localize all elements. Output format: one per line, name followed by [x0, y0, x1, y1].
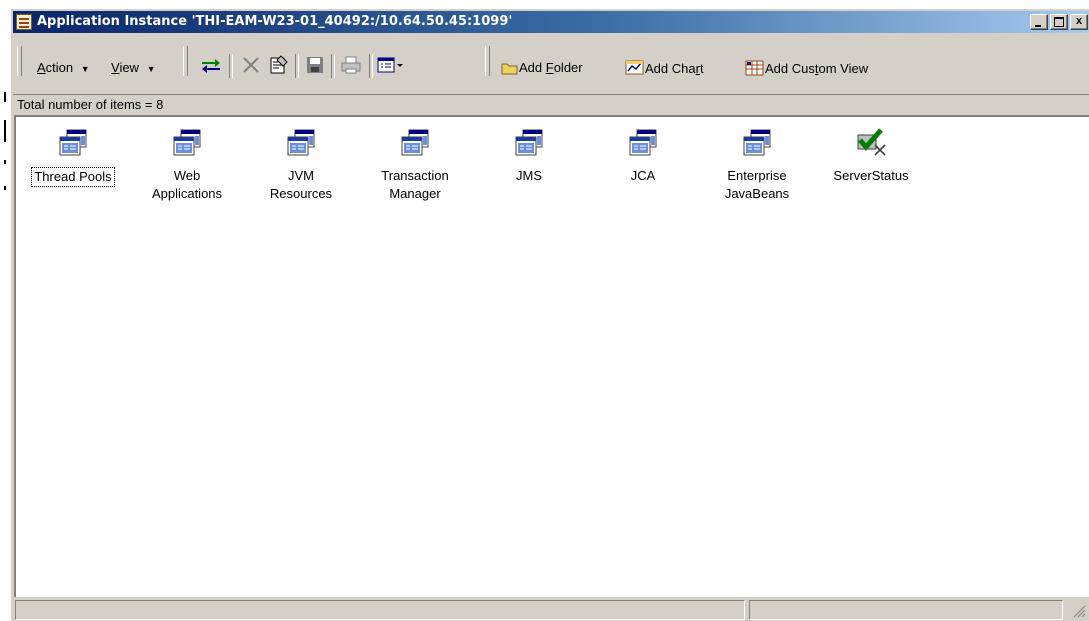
status-panel-secondary [749, 600, 1063, 620]
status-panel-main [15, 600, 745, 620]
window-icon [287, 129, 315, 156]
list-item[interactable]: ServerStatus [816, 127, 926, 185]
window-icon [743, 129, 771, 156]
list-item-label: Thread Pools [31, 167, 115, 187]
window-icon [401, 129, 429, 156]
list-item-label: JVM Resources [269, 168, 333, 201]
print-icon[interactable] [339, 54, 363, 76]
close-button[interactable]: x [1070, 14, 1088, 30]
toolbar: Action ▼ View ▼ Add Folder Add Chart Add… [13, 36, 1089, 86]
list-item-label: Transaction Manager [381, 168, 449, 201]
list-item[interactable]: JCA [588, 127, 698, 185]
window-icon [173, 129, 201, 156]
list-item[interactable]: JVM Resources [246, 127, 356, 203]
window-icon [515, 129, 543, 156]
chevron-down-icon: ▼ [146, 64, 156, 74]
action-menu[interactable]: Action ▼ [37, 60, 90, 75]
view-list-icon[interactable] [375, 54, 407, 76]
window-icon [59, 129, 87, 156]
toolbar-grip[interactable] [183, 46, 188, 76]
list-item[interactable]: Transaction Manager [360, 127, 470, 203]
item-count-label: Total number of items = 8 [13, 94, 1089, 115]
items-view[interactable]: Thread Pools Web Applications JVM Resource… [14, 115, 1089, 597]
add-chart-button[interactable]: Add Chart [625, 60, 704, 76]
app-icon [16, 14, 32, 30]
list-item-label: JMS [516, 168, 542, 183]
toolbar-grip[interactable] [485, 46, 490, 76]
add-folder-button[interactable]: Add Folder [501, 60, 583, 75]
resize-grip-icon[interactable] [1072, 604, 1086, 618]
list-item[interactable]: Enterprise JavaBeans [702, 127, 812, 203]
maximize-button[interactable] [1050, 14, 1068, 30]
list-item-label: ServerStatus [833, 168, 909, 183]
status-bar [13, 597, 1089, 621]
title-bar[interactable]: Application Instance 'THI-EAM-W23-01_404… [13, 11, 1089, 33]
window-icon [629, 129, 657, 156]
list-item[interactable]: Web Applications [132, 127, 242, 203]
save-icon[interactable] [303, 54, 327, 76]
list-item-label: Web Applications [151, 168, 223, 201]
delete-icon[interactable] [239, 54, 263, 76]
list-item[interactable]: Thread Pools [18, 127, 128, 187]
list-item[interactable]: JMS [474, 127, 584, 185]
list-item-label: Enterprise JavaBeans [724, 168, 790, 201]
add-custom-view-button[interactable]: Add Custom View [745, 60, 868, 76]
chevron-down-icon: ▼ [80, 64, 90, 74]
left-edge [0, 0, 10, 620]
list-item-label: JCA [630, 168, 656, 183]
refresh-arrows-icon[interactable] [199, 54, 223, 76]
minimize-button[interactable] [1030, 14, 1048, 30]
app-window: Application Instance 'THI-EAM-W23-01_404… [10, 8, 1089, 621]
custom-view-icon [745, 60, 764, 76]
properties-icon[interactable] [267, 54, 291, 76]
folder-icon [501, 63, 518, 75]
toolbar-grip[interactable] [17, 46, 22, 76]
chart-icon [625, 60, 644, 75]
view-menu[interactable]: View ▼ [111, 60, 156, 75]
window-title: Application Instance 'THI-EAM-W23-01_404… [37, 14, 513, 29]
check-x-icon [857, 128, 886, 156]
